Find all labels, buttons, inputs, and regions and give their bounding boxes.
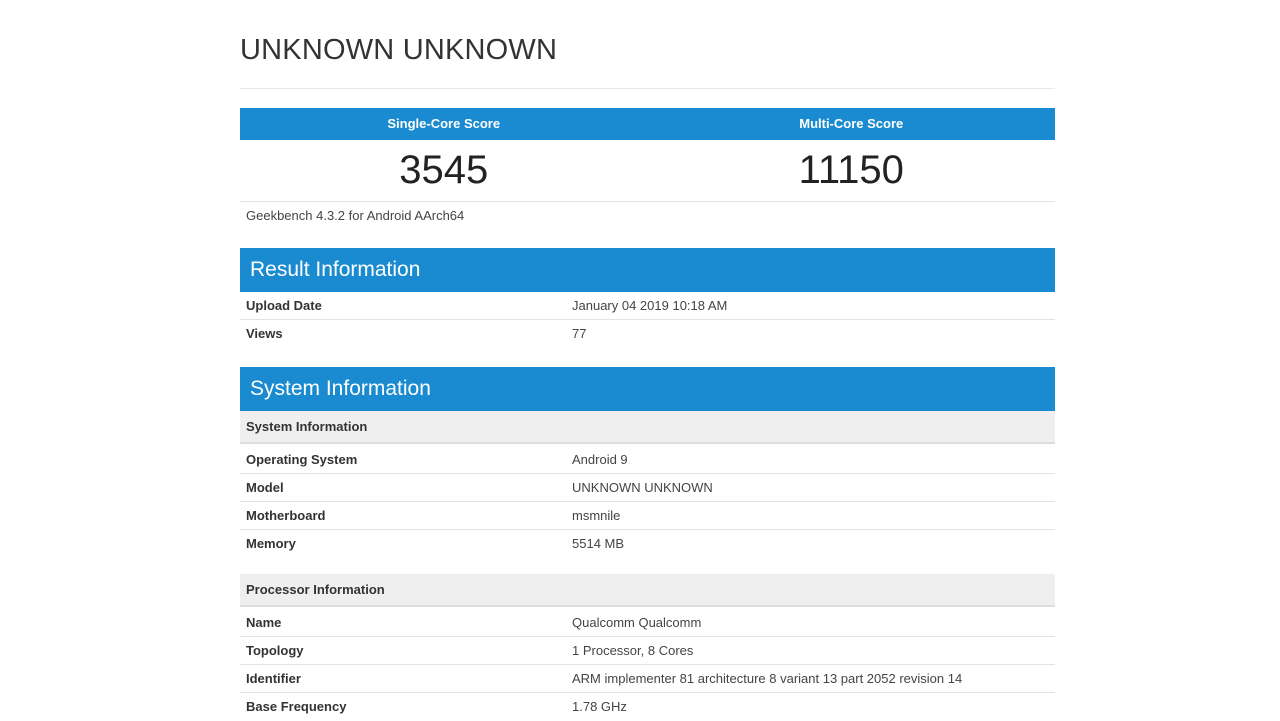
row-label: Upload Date <box>246 298 322 313</box>
single-core-score-value: 3545 <box>399 148 489 192</box>
row-label: Identifier <box>246 671 301 686</box>
row-label: Topology <box>246 643 304 658</box>
row-value: 1 Processor, 8 Cores <box>572 643 694 658</box>
row-value: Android 9 <box>572 452 628 467</box>
table-row: Name Qualcomm Qualcomm <box>240 609 1055 637</box>
table-row: Identifier ARM implementer 81 architectu… <box>240 665 1055 693</box>
table-row: Topology 1 Processor, 8 Cores <box>240 637 1055 665</box>
result-information-header: Result Information <box>240 248 1055 292</box>
multi-core-score-label: Multi-Core Score <box>799 116 904 131</box>
page-title: UNKNOWN UNKNOWN <box>240 34 558 66</box>
processor-information-subheader: Processor Information <box>240 574 1055 607</box>
table-row: Upload Date January 04 2019 10:18 AM <box>240 292 1055 320</box>
multi-core-score-value: 11150 <box>798 148 904 192</box>
table-row: Model UNKNOWN UNKNOWN <box>240 474 1055 502</box>
row-value: msmnile <box>572 508 621 523</box>
title-divider <box>240 88 1055 89</box>
row-label: Operating System <box>246 452 358 467</box>
row-value: UNKNOWN UNKNOWN <box>572 480 713 495</box>
row-label: Base Frequency <box>246 699 347 714</box>
benchmark-version: Geekbench 4.3.2 for Android AArch64 <box>246 208 465 223</box>
row-value: 1.78 GHz <box>572 699 627 714</box>
table-row: Memory 5514 MB <box>240 530 1055 558</box>
row-value: January 04 2019 10:18 AM <box>572 298 728 313</box>
table-row: Operating System Android 9 <box>240 446 1055 474</box>
table-row: Views 77 <box>240 320 1055 348</box>
row-value: 5514 MB <box>572 536 625 551</box>
row-label: Memory <box>246 536 296 551</box>
table-row: Base Frequency 1.78 GHz <box>240 693 1055 721</box>
system-information-subheader: System Information <box>240 411 1055 444</box>
row-value: 77 <box>572 326 587 341</box>
row-label: Motherboard <box>246 508 326 523</box>
single-core-score-label: Single-Core Score <box>387 116 501 131</box>
row-label: Views <box>246 326 283 341</box>
score-header: Single-Core Score Multi-Core Score <box>240 108 1055 140</box>
table-row: Motherboard msmnile <box>240 502 1055 530</box>
row-value: ARM implementer 81 architecture 8 varian… <box>572 671 963 686</box>
row-label: Model <box>246 480 284 495</box>
system-information-header: System Information <box>240 367 1055 411</box>
row-value: Qualcomm Qualcomm <box>572 615 702 630</box>
score-values: 3545 11150 <box>240 140 1055 202</box>
row-label: Name <box>246 615 282 630</box>
